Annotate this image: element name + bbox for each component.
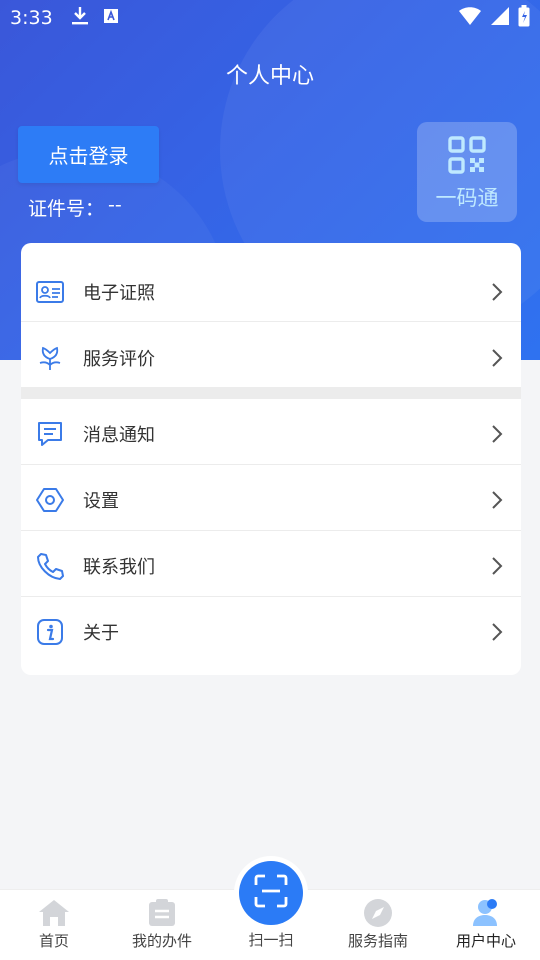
home-icon xyxy=(38,898,70,928)
qr-code-button[interactable]: 一码通 xyxy=(417,122,517,222)
divider xyxy=(21,596,521,597)
menu-card: 电子证照 服务评价 消息通知 设置 联系我们 关于 xyxy=(21,243,521,675)
tab-my-cases[interactable]: 我的办件 xyxy=(108,890,216,960)
message-icon xyxy=(35,419,65,449)
group-separator xyxy=(21,387,521,399)
user-icon xyxy=(471,898,501,928)
compass-icon xyxy=(363,898,393,928)
divider xyxy=(21,321,521,322)
wifi-icon xyxy=(458,6,482,30)
settings-icon xyxy=(35,485,65,515)
divider xyxy=(21,464,521,465)
qr-label: 一码通 xyxy=(435,186,499,210)
download-icon xyxy=(71,6,89,30)
tab-home[interactable]: 首页 xyxy=(0,890,108,960)
divider xyxy=(21,530,521,531)
phone-icon xyxy=(35,551,65,581)
menu-item-service-rating[interactable]: 服务评价 xyxy=(21,325,521,391)
chevron-right-icon xyxy=(491,282,503,306)
tab-label: 服务指南 xyxy=(347,932,408,950)
scan-button-circle xyxy=(239,861,303,925)
menu-item-notifications[interactable]: 消息通知 xyxy=(21,401,521,467)
menu-item-label: 电子证照 xyxy=(83,283,155,304)
status-time: 3:33 xyxy=(10,7,53,29)
chevron-right-icon xyxy=(491,348,503,372)
info-icon xyxy=(35,617,65,647)
menu-item-contact-us[interactable]: 联系我们 xyxy=(21,533,521,599)
scan-label: 扫一扫 xyxy=(248,931,294,949)
tab-user-center[interactable]: 用户中心 xyxy=(432,890,540,960)
login-button[interactable]: 点击登录 xyxy=(18,126,159,183)
flower-icon xyxy=(35,343,65,373)
status-bar: 3:33 xyxy=(0,0,540,36)
id-card-icon xyxy=(35,277,65,307)
tab-label: 我的办件 xyxy=(131,932,192,950)
menu-item-settings[interactable]: 设置 xyxy=(21,467,521,533)
menu-item-label: 服务评价 xyxy=(83,349,155,370)
menu-item-e-license[interactable]: 电子证照 xyxy=(21,259,521,325)
signal-icon xyxy=(490,6,510,30)
page-title: 个人中心 xyxy=(225,64,314,89)
menu-item-label: 设置 xyxy=(83,491,119,512)
tab-label: 首页 xyxy=(38,932,69,950)
qr-code-icon xyxy=(448,136,486,178)
scan-button[interactable] xyxy=(234,856,308,930)
chevron-right-icon xyxy=(491,424,503,448)
chevron-right-icon xyxy=(491,490,503,514)
chevron-right-icon xyxy=(491,556,503,580)
id-value: -- xyxy=(108,194,122,216)
battery-icon xyxy=(518,5,530,31)
files-icon xyxy=(147,898,177,928)
id-number-line: 证件号： -- xyxy=(28,194,122,221)
menu-item-label: 消息通知 xyxy=(83,425,155,446)
chevron-right-icon xyxy=(491,622,503,646)
tab-label: 用户中心 xyxy=(455,932,516,950)
scan-icon xyxy=(254,874,288,912)
menu-item-label: 联系我们 xyxy=(83,557,155,578)
tab-service-guide[interactable]: 服务指南 xyxy=(324,890,432,960)
id-label: 证件号： xyxy=(28,198,105,220)
menu-item-label: 关于 xyxy=(83,623,119,644)
menu-item-about[interactable]: 关于 xyxy=(21,599,521,665)
a-icon xyxy=(103,8,119,28)
